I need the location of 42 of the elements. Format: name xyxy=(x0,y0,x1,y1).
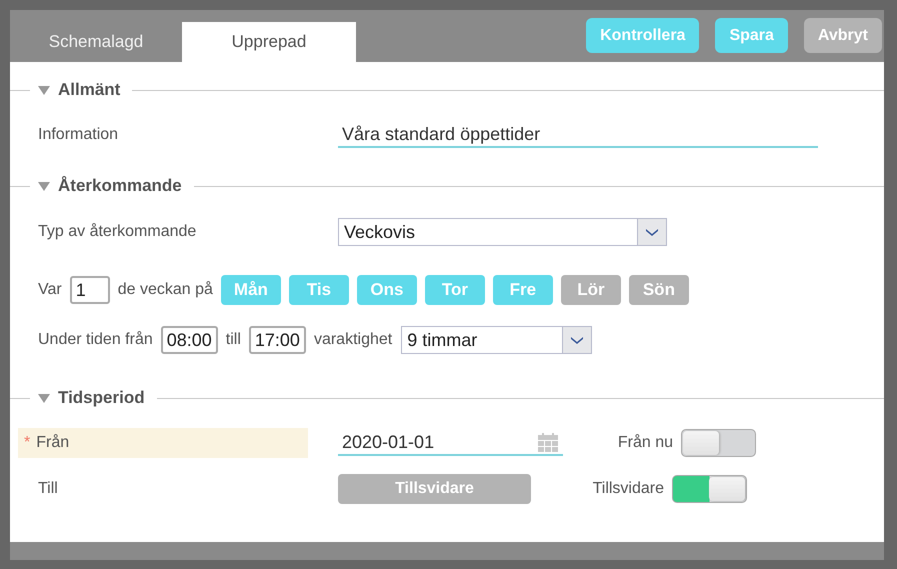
field-label: Tillsvidare xyxy=(592,480,664,498)
section-title: Allmänt xyxy=(58,80,120,100)
time-field[interactable]: 08:00 xyxy=(160,326,218,354)
time-field[interactable]: 17:00 xyxy=(248,326,306,354)
field-label: Typ av återkommande xyxy=(38,223,198,241)
day-toggle[interactable]: Ons xyxy=(356,275,417,305)
tab[interactable]: Schemalagd xyxy=(10,22,182,62)
field-label: Information xyxy=(38,126,120,144)
dropdown-arrow-icon[interactable] xyxy=(637,219,666,245)
day-toggle[interactable]: Fre xyxy=(492,275,553,305)
field-label: de veckan på xyxy=(118,281,213,299)
toggle-switch[interactable] xyxy=(681,429,756,457)
required-marker: * xyxy=(24,434,30,452)
day-toggle[interactable]: Mån xyxy=(220,275,281,305)
input-field[interactable]: Våra standard öppettider xyxy=(338,122,818,148)
field-label: Från xyxy=(36,434,70,452)
dropdown-arrow-icon[interactable] xyxy=(562,327,592,353)
field-label: Var xyxy=(38,281,62,299)
collapse-icon[interactable] xyxy=(38,182,50,190)
section-title: Tidsperiod xyxy=(58,388,145,408)
dropdown[interactable]: Veckovis xyxy=(338,218,667,246)
field-label: Under tiden från xyxy=(38,331,153,349)
dropdown[interactable]: 9 timmar xyxy=(401,326,592,354)
day-toggle[interactable]: Sön xyxy=(628,275,689,305)
day-toggle[interactable]: Lör xyxy=(560,275,621,305)
collapse-icon[interactable] xyxy=(38,394,50,402)
field-label: varaktighet xyxy=(314,331,392,349)
field-label: till xyxy=(226,331,241,349)
field-label: Till xyxy=(38,480,59,498)
toggle-switch[interactable] xyxy=(672,475,747,503)
tab[interactable]: Upprepad xyxy=(182,22,356,62)
date-field[interactable]: 2020-01-01 xyxy=(338,430,563,456)
section-title: Återkommande xyxy=(58,176,182,196)
day-toggle[interactable]: Tis xyxy=(288,275,349,305)
until-further-notice-button[interactable]: Tillsvidare xyxy=(338,474,531,504)
field-label: Från nu xyxy=(616,434,673,452)
check-button[interactable]: Kontrollera xyxy=(586,18,700,53)
calendar-icon[interactable] xyxy=(537,432,559,452)
collapse-icon[interactable] xyxy=(38,86,50,94)
day-toggle[interactable]: Tor xyxy=(424,275,485,305)
input-field[interactable]: 1 xyxy=(70,276,110,304)
save-button[interactable]: Spara xyxy=(715,18,788,53)
